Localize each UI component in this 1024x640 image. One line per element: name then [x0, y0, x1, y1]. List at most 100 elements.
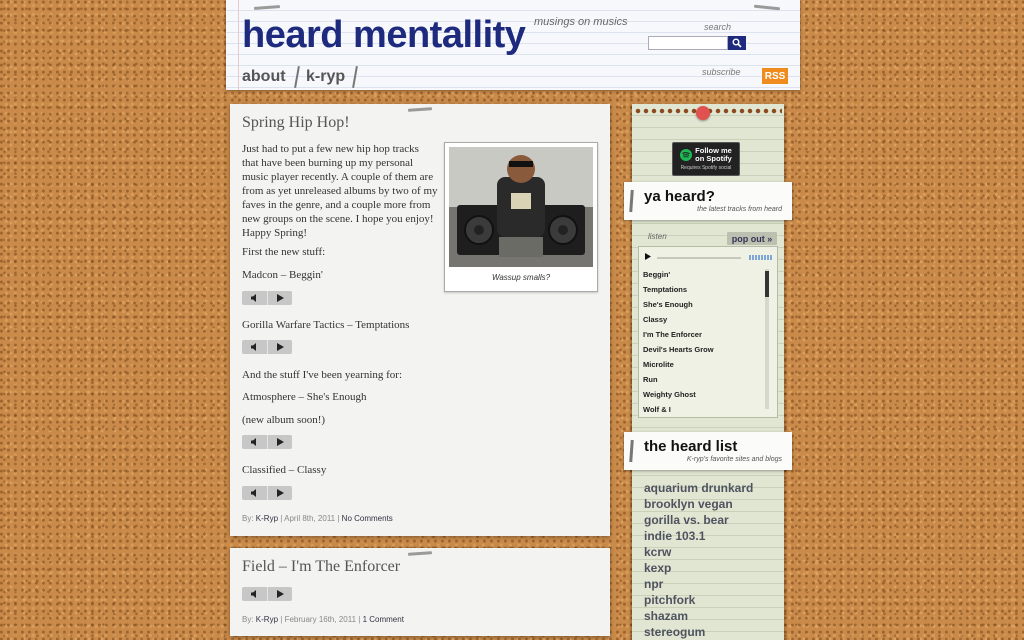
playlist-scroll-thumb[interactable] — [765, 271, 769, 297]
audio-player[interactable] — [242, 435, 292, 449]
search-label: search — [704, 22, 732, 32]
meta-by-label: By: — [242, 514, 254, 523]
play-icon[interactable] — [267, 587, 292, 601]
playlist-item[interactable]: Microlite — [639, 357, 769, 372]
post-card: Field – I'm The Enforcer By: K-Ryp | Feb… — [230, 548, 610, 636]
image-caption: Wassup smalls? — [491, 273, 551, 282]
spotify-follow-button[interactable]: Follow me on Spotify Requires Spotify so… — [672, 142, 740, 176]
nav-item-about[interactable]: about — [242, 68, 286, 86]
search-input[interactable] — [648, 36, 728, 50]
margin-rule — [238, 0, 239, 90]
post-date: April 8th, 2011 — [284, 514, 336, 523]
track-title: Classified – Classy — [242, 464, 327, 476]
rss-button[interactable]: RSS — [762, 68, 788, 84]
tape-strip — [407, 551, 433, 556]
post-paragraph: First the new stuff: — [242, 246, 326, 258]
blogroll-link[interactable]: npr — [644, 576, 753, 592]
track-title: Madcon – Beggin' — [242, 269, 323, 281]
playlist-item[interactable]: I'm The Enforcer — [639, 327, 769, 342]
blogroll-link[interactable]: pitchfork — [644, 592, 753, 608]
playlist-item[interactable]: She's Enough — [639, 297, 769, 312]
spotify-line-2: on Spotify — [695, 154, 732, 163]
nav-item-k-ryp[interactable]: k-ryp — [306, 68, 345, 86]
track-title: Gorilla Warfare Tactics – Temptations — [242, 319, 410, 331]
speaker-icon — [242, 340, 267, 354]
subscribe-label: subscribe — [702, 67, 741, 77]
blogroll-link[interactable]: gorilla vs. bear — [644, 512, 753, 528]
play-icon[interactable] — [645, 253, 651, 260]
post-image-frame: Wassup smalls? — [444, 142, 598, 292]
progress-track[interactable] — [657, 257, 741, 259]
playlist-controls — [639, 251, 777, 263]
playlist: Beggin' Temptations She's Enough Classy … — [639, 267, 769, 417]
tape-strip — [753, 4, 781, 11]
meta-separator: | — [280, 514, 283, 523]
site-header: heard mentallity musings on musics searc… — [226, 0, 800, 90]
playlist-item[interactable]: Classy — [639, 312, 769, 327]
blogroll-link[interactable]: shazam — [644, 608, 753, 624]
heard-list-heading: the heard list K-ryp's favorite sites an… — [624, 432, 792, 470]
site-tagline: musings on musics — [534, 16, 628, 28]
play-icon[interactable] — [267, 340, 292, 354]
blogroll: aquarium drunkard brooklyn vegan gorilla… — [644, 480, 753, 640]
post-paragraph: Just had to put a few new hip hop tracks… — [242, 143, 438, 239]
playlist-item[interactable]: Beggin' — [639, 267, 769, 282]
meta-by-label: By: — [242, 615, 254, 624]
playlist-item[interactable]: Run — [639, 372, 769, 387]
play-icon[interactable] — [267, 291, 292, 305]
post-title[interactable]: Spring Hip Hop! — [242, 114, 350, 132]
playlist-item[interactable]: Wolf & I — [639, 402, 769, 417]
speaker-icon — [242, 486, 267, 500]
playlist-item[interactable]: Devil's Hearts Grow — [639, 342, 769, 357]
tape-strip — [253, 5, 281, 10]
comments-link[interactable]: No Comments — [342, 514, 393, 523]
heard-list-title: the heard list — [644, 438, 738, 455]
author-link[interactable]: K-Ryp — [256, 615, 278, 624]
meta-separator: | — [358, 615, 361, 624]
comments-link[interactable]: 1 Comment — [363, 615, 404, 624]
blogroll-link[interactable]: aquarium drunkard — [644, 480, 753, 496]
blogroll-link[interactable]: kexp — [644, 560, 753, 576]
site-title[interactable]: heard mentallity — [242, 14, 526, 57]
tab-marker — [629, 189, 634, 213]
ya-heard-subtitle: the latest tracks from heard — [697, 206, 782, 213]
tape-strip — [407, 107, 433, 112]
play-icon[interactable] — [267, 435, 292, 449]
search-icon — [732, 38, 742, 48]
play-icon[interactable] — [267, 486, 292, 500]
boy-with-boombox-image — [449, 147, 593, 267]
post-paragraph: (new album soon!) — [242, 414, 326, 426]
blogroll-link[interactable]: brooklyn vegan — [644, 496, 753, 512]
volume-slider[interactable] — [749, 255, 773, 260]
post-card: Spring Hip Hop! Just had to put a few ne… — [230, 104, 610, 536]
audio-player[interactable] — [242, 340, 292, 354]
track-title: Atmosphere – She's Enough — [242, 391, 367, 403]
audio-player[interactable] — [242, 291, 292, 305]
speaker-icon — [242, 435, 267, 449]
post-title[interactable]: Field – I'm The Enforcer — [242, 558, 400, 576]
playlist-widget: Beggin' Temptations She's Enough Classy … — [638, 246, 778, 418]
blogroll-link[interactable]: stereogum — [644, 624, 753, 640]
search-button[interactable] — [728, 36, 746, 50]
listen-label: listen — [648, 232, 667, 241]
blogroll-link[interactable]: indie 103.1 — [644, 528, 753, 544]
spotify-requirement: Requires Spotify social — [680, 165, 732, 171]
post-meta: By: K-Ryp | April 8th, 2011 | No Comment… — [242, 514, 393, 523]
nav-divider — [352, 65, 358, 89]
spotify-icon — [680, 149, 693, 161]
playlist-item[interactable]: Weighty Ghost — [639, 387, 769, 402]
popout-button[interactable]: pop out » — [727, 232, 777, 245]
speaker-icon — [242, 587, 267, 601]
meta-separator: | — [337, 514, 340, 523]
audio-player[interactable] — [242, 486, 292, 500]
pushpin-icon — [696, 106, 710, 120]
playlist-item[interactable]: Temptations — [639, 282, 769, 297]
author-link[interactable]: K-Ryp — [256, 514, 278, 523]
post-meta: By: K-Ryp | February 16th, 2011 | 1 Comm… — [242, 615, 404, 624]
tab-marker — [629, 439, 634, 463]
ya-heard-title: ya heard? — [644, 188, 715, 205]
post-image[interactable] — [449, 147, 593, 267]
post-paragraph: And the stuff I've been yearning for: — [242, 369, 403, 381]
audio-player[interactable] — [242, 587, 292, 601]
blogroll-link[interactable]: kcrw — [644, 544, 753, 560]
